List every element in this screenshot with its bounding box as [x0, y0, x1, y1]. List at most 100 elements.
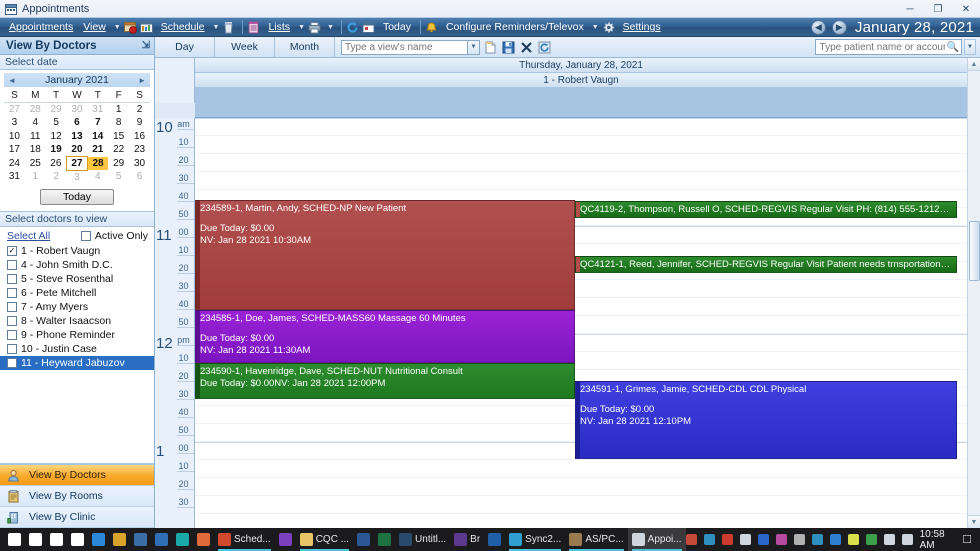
notification-icon[interactable]: ☐	[962, 533, 972, 546]
select-all-link[interactable]: Select All	[7, 230, 50, 242]
chevron-down-icon-4[interactable]: ▼	[324, 24, 337, 31]
patient-search-input[interactable]	[814, 39, 962, 55]
schedule-time-slot[interactable]	[195, 154, 967, 172]
search-dropdown-icon[interactable]: ▼	[964, 39, 976, 55]
schedule-time-slot[interactable]	[195, 478, 967, 496]
globe-icon[interactable]	[703, 534, 715, 545]
calendar-day-cell[interactable]: 4	[25, 116, 46, 130]
magnifier-icon[interactable]: 🔍	[947, 42, 959, 53]
appointment-block[interactable]: QC4119-2, Thompson, Russell O, SCHED-REG…	[575, 201, 957, 218]
calendar-day-cell[interactable]: 6	[67, 116, 88, 130]
refresh-icon[interactable]	[346, 21, 359, 34]
doctor-row[interactable]: 10 - Justin Case	[0, 342, 154, 356]
doctor-checkbox[interactable]	[7, 343, 17, 354]
doctor-checkbox[interactable]: ✓	[7, 245, 17, 256]
network-icon[interactable]	[883, 534, 895, 545]
edge-button[interactable]	[88, 528, 109, 551]
tool-button[interactable]	[130, 528, 151, 551]
doctor-row[interactable]: 7 - Amy Myers	[0, 300, 154, 314]
calendar-day-cell[interactable]: 22	[108, 143, 129, 157]
calendar-day-cell[interactable]: 21	[87, 143, 108, 157]
battery-icon[interactable]	[721, 534, 733, 545]
calendar-day-cell[interactable]: 26	[46, 157, 67, 171]
doctor-checkbox[interactable]	[7, 259, 17, 270]
today-button[interactable]: Today	[40, 188, 114, 205]
binoculars-button[interactable]	[151, 528, 172, 551]
menu-settings[interactable]: Settings	[618, 19, 666, 36]
drop-icon[interactable]	[739, 534, 751, 545]
calendar-day-cell[interactable]: 19	[46, 143, 67, 157]
printer-icon[interactable]	[308, 21, 321, 34]
outlook-button[interactable]	[484, 528, 505, 551]
scrollbar-track[interactable]	[967, 71, 980, 515]
prev-day-button[interactable]: ◀	[810, 20, 826, 35]
vertical-scrollbar[interactable]: ▲ ▼	[967, 58, 980, 528]
calendar-day-cell[interactable]: 6	[129, 170, 150, 184]
doctor-row[interactable]: 9 - Phone Reminder	[0, 328, 154, 342]
calendar-day-cell[interactable]: 10	[4, 130, 25, 144]
doctor-checkbox[interactable]	[7, 329, 17, 340]
doctor-checkbox[interactable]	[7, 357, 17, 368]
gear-icon[interactable]	[602, 21, 615, 34]
lists-icon[interactable]	[247, 21, 260, 34]
appointments-button[interactable]: Appoi...	[627, 528, 686, 551]
trash-icon[interactable]	[222, 21, 235, 34]
doctor-row[interactable]: 5 - Steve Rosenthal	[0, 272, 154, 286]
calendar-day-cell[interactable]: 1	[25, 170, 46, 184]
calendar-day-cell[interactable]: 31	[4, 170, 25, 184]
calendar-day-cell[interactable]: 20	[67, 143, 88, 157]
doctor-row[interactable]: 8 - Walter Isaacson	[0, 314, 154, 328]
save-view-button[interactable]	[501, 40, 516, 55]
calendar-next-icon[interactable]: ►	[138, 76, 146, 85]
sidebar-item-view-by-clinic[interactable]: View By Clinic	[0, 507, 154, 528]
schedule-time-slot[interactable]	[195, 496, 967, 514]
excel-button[interactable]	[374, 528, 395, 551]
calendar-day-cell[interactable]: 1	[108, 103, 129, 117]
schedule-time-slot[interactable]	[195, 136, 967, 154]
word-button[interactable]	[353, 528, 374, 551]
calendar-day-cell[interactable]: 17	[4, 143, 25, 157]
appointment-block[interactable]: 234590-1, Havenridge, Dave, SCHED-NUT Nu…	[195, 363, 575, 399]
close-button[interactable]: ✕	[952, 0, 980, 18]
menu-schedule[interactable]: Schedule	[156, 19, 210, 36]
calendar-day-cell[interactable]: 11	[25, 130, 46, 144]
calendar-day-cell[interactable]: 31	[87, 103, 108, 117]
sidebar-item-view-by-rooms[interactable]: View By Rooms	[0, 486, 154, 507]
calendar-day-cell[interactable]: 28	[87, 156, 109, 170]
menu-configure-reminders[interactable]: Configure Reminders/Televox	[441, 19, 589, 36]
sched-button[interactable]: Sched...	[214, 528, 275, 551]
mail-icon[interactable]	[757, 534, 769, 545]
maximize-button[interactable]: ❐	[924, 0, 952, 18]
doctor-row[interactable]: 4 - John Smith D.C.	[0, 258, 154, 272]
photos-button[interactable]	[193, 528, 214, 551]
cortana-button[interactable]	[46, 528, 67, 551]
doctor-row[interactable]: 6 - Pete Mitchell	[0, 286, 154, 300]
menu-view[interactable]: View	[78, 19, 111, 36]
active-only-checkbox[interactable]: Active Only	[80, 230, 148, 242]
next-day-button[interactable]: ▶	[831, 20, 847, 35]
calendar-day-cell[interactable]: 28	[25, 103, 46, 117]
calendar-day-cell[interactable]: 23	[129, 143, 150, 157]
box-icon[interactable]	[793, 534, 805, 545]
calendar-day-cell[interactable]: 16	[129, 130, 150, 144]
display-icon[interactable]	[865, 534, 877, 545]
cqc-folder-button[interactable]: CQC ...	[296, 528, 353, 551]
schedule-time-slot[interactable]	[195, 460, 967, 478]
store-button[interactable]	[109, 528, 130, 551]
bridge-button[interactable]: Br	[450, 528, 484, 551]
scrollbar-thumb[interactable]	[968, 221, 980, 281]
calendar-day-cell[interactable]: 3	[4, 116, 25, 130]
calendar-day-cell[interactable]: 2	[129, 103, 150, 117]
delete-view-button[interactable]	[519, 40, 534, 55]
calendar-day-cell[interactable]: 2	[46, 170, 67, 184]
chevron-down-icon-3[interactable]: ▼	[295, 24, 308, 31]
schedule-icon[interactable]	[139, 21, 153, 34]
start-button[interactable]	[4, 528, 25, 551]
all-day-row[interactable]	[195, 88, 967, 118]
appointment-canvas[interactable]: 234589-1, Martin, Andy, SCHED-NP New Pat…	[195, 118, 967, 528]
doctor-checkbox[interactable]	[7, 301, 17, 312]
doctor-checkbox[interactable]	[7, 315, 17, 326]
task-view-button[interactable]	[67, 528, 88, 551]
circle-icon[interactable]	[847, 534, 859, 545]
taskbar-clock[interactable]: 10:58 AM	[920, 529, 956, 551]
